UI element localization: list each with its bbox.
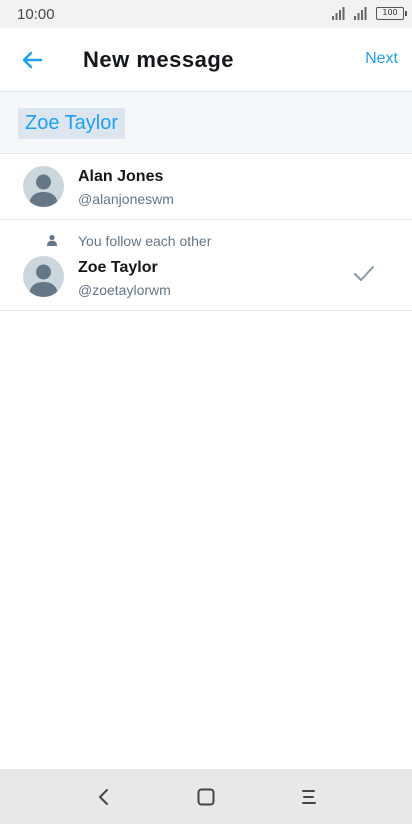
user-handle: @zoetaylorwm [78,282,171,298]
arrow-left-icon [22,51,43,69]
svg-text:.: . [345,8,346,14]
list-item[interactable]: Alan Jones @alanjoneswm [0,154,412,220]
status-icons: . 100 [332,7,407,20]
status-bar: 10:00 . 100 [0,0,412,28]
recipients-field[interactable]: Zoe Taylor [0,92,412,154]
list-item[interactable]: You follow each other Zoe Taylor @zoetay… [0,220,412,311]
recipient-chip[interactable]: Zoe Taylor [18,108,126,139]
next-button[interactable]: Next [365,50,398,68]
user-name: Zoe Taylor [78,259,158,276]
header: New message Next [0,28,412,92]
follow-status-text: You follow each other [78,233,212,249]
nav-menu-button[interactable] [297,785,321,809]
menu-icon [302,790,316,804]
home-icon [197,788,215,806]
nav-back-button[interactable] [92,785,116,809]
back-button[interactable] [12,42,52,78]
battery-icon: 100 [376,7,407,20]
user-name: Alan Jones [78,168,164,185]
back-icon [99,789,108,805]
user-handle: @alanjoneswm [78,191,174,207]
avatar [23,256,64,297]
system-nav-bar [0,769,412,824]
signal-icon [354,7,367,20]
status-time: 10:00 [17,6,55,23]
page-title: New message [83,47,235,72]
default-avatar-icon [29,174,58,207]
avatar [23,166,64,207]
signal-icon: . [332,7,346,20]
default-avatar-icon [29,264,58,297]
person-icon [47,234,57,246]
checkmark-icon [354,266,374,281]
nav-home-button[interactable] [194,785,218,809]
